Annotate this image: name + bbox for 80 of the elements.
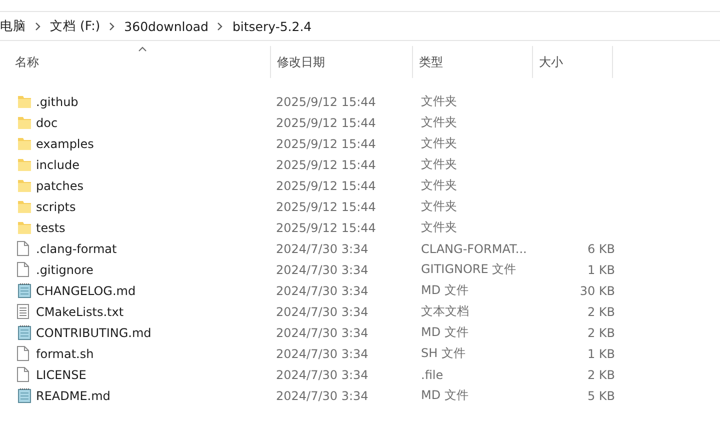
file-icon — [17, 346, 29, 361]
file-name[interactable]: CHANGELOG.md — [36, 284, 136, 298]
column-header[interactable]: 名称 — [14, 46, 271, 78]
file-type: 文件夹 — [421, 136, 457, 150]
file-name[interactable]: patches — [36, 178, 84, 192]
file-size: 2 KB — [587, 326, 615, 340]
modified-date: 2025/9/12 15:44 — [276, 94, 376, 108]
file-name[interactable]: README.md — [36, 388, 110, 402]
file-type: 文件夹 — [421, 220, 457, 234]
file-name[interactable]: examples — [36, 136, 94, 150]
file-size: 2 KB — [587, 304, 615, 318]
modified-date: 2024/7/30 3:34 — [276, 326, 368, 340]
file-size: 6 KB — [587, 242, 615, 256]
file-type: 文件夹 — [421, 157, 457, 171]
text-file-icon — [17, 304, 29, 319]
file-icon — [17, 367, 29, 382]
file-icon — [17, 241, 29, 256]
modified-date: 2025/9/12 15:44 — [276, 178, 376, 192]
modified-date: 2025/9/12 15:44 — [276, 158, 376, 172]
folder-icon — [17, 116, 32, 130]
file-size: 2 KB — [587, 368, 615, 382]
chevron-icon[interactable] — [35, 22, 41, 30]
file-type: 文本文档 — [421, 304, 469, 318]
file-type: 文件夹 — [421, 94, 457, 108]
notepad-icon — [17, 283, 32, 298]
chevron-icon[interactable] — [217, 22, 224, 30]
file-name[interactable]: CMakeLists.txt — [36, 304, 124, 318]
file-name[interactable]: LICENSE — [36, 368, 86, 382]
file-size: 30 KB — [580, 284, 615, 298]
chevron-icon[interactable] — [109, 22, 116, 30]
file-size: 1 KB — [587, 262, 615, 276]
file-type: MD 文件 — [421, 283, 468, 297]
modified-date: 2025/9/12 15:44 — [276, 200, 376, 214]
folder-icon — [17, 178, 32, 192]
folder-icon — [17, 158, 32, 172]
file-name[interactable]: .clang-format — [36, 242, 117, 256]
folder-icon — [17, 200, 32, 214]
column-header[interactable]: 类型 — [413, 46, 533, 78]
notepad-icon — [17, 388, 32, 403]
folder-icon — [17, 94, 32, 108]
file-icon — [17, 262, 29, 277]
file-type: MD 文件 — [421, 388, 468, 402]
modified-date: 2024/7/30 3:34 — [276, 262, 368, 276]
folder-icon — [17, 220, 32, 234]
file-type: MD 文件 — [421, 325, 468, 339]
file-name[interactable]: doc — [36, 116, 58, 130]
file-size: 1 KB — [587, 346, 615, 360]
breadcrumb-item[interactable]: 电脑 — [0, 18, 26, 34]
modified-date: 2025/9/12 15:44 — [276, 220, 376, 234]
file-type: 文件夹 — [421, 199, 457, 213]
modified-date: 2024/7/30 3:34 — [276, 304, 368, 318]
breadcrumb-item[interactable]: 文档 (F:) — [50, 18, 100, 34]
folder-icon — [17, 136, 32, 150]
column-header[interactable]: 修改日期 — [271, 46, 413, 78]
breadcrumb-item[interactable]: 360download — [124, 18, 208, 34]
file-name[interactable]: tests — [36, 220, 66, 234]
modified-date: 2024/7/30 3:34 — [276, 388, 368, 402]
file-name[interactable]: CONTRIBUTING.md — [36, 326, 152, 340]
sort-caret-icon — [138, 46, 147, 52]
file-type: GITIGNORE 文件 — [421, 262, 516, 276]
file-name[interactable]: scripts — [36, 200, 76, 214]
notepad-icon — [17, 325, 32, 340]
file-name[interactable]: .github — [36, 94, 78, 108]
file-type: SH 文件 — [421, 346, 466, 360]
modified-date: 2024/7/30 3:34 — [276, 346, 368, 360]
file-name[interactable]: include — [36, 158, 80, 172]
file-name[interactable]: .gitignore — [36, 262, 94, 276]
file-type: CLANG-FORMAT... — [421, 242, 527, 256]
modified-date: 2025/9/12 15:44 — [276, 116, 376, 130]
file-name[interactable]: format.sh — [36, 346, 94, 360]
modified-date: 2024/7/30 3:34 — [276, 284, 368, 298]
file-type: 文件夹 — [421, 115, 457, 129]
modified-date: 2024/7/30 3:34 — [276, 242, 368, 256]
modified-date: 2024/7/30 3:34 — [276, 368, 368, 382]
file-type: .file — [421, 368, 444, 382]
column-header[interactable]: 大小 — [533, 46, 613, 78]
file-size: 5 KB — [587, 388, 615, 402]
modified-date: 2025/9/12 15:44 — [276, 136, 376, 150]
file-type: 文件夹 — [421, 178, 457, 192]
breadcrumb-item[interactable]: bitsery-5.2.4 — [232, 18, 312, 34]
